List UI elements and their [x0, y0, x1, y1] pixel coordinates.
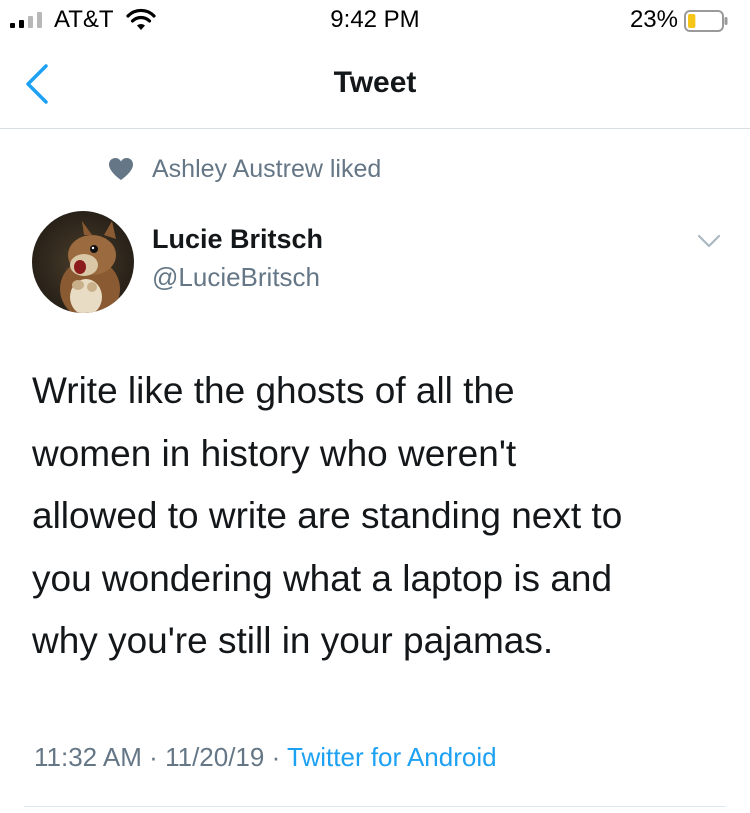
tweet-line: you wondering what a laptop is and: [32, 557, 613, 599]
tweet-date: 11/20/19: [165, 742, 265, 772]
tweet-line: allowed to write are standing next to: [32, 495, 623, 536]
meta-separator: ·: [149, 742, 158, 772]
navigation-bar: Tweet: [0, 40, 750, 129]
tweet-line: why you're still in your pajamas.: [32, 620, 554, 661]
battery-icon: [684, 10, 728, 32]
tweet-time: 11:32 AM: [34, 742, 142, 772]
tweet-line: Write like the ghosts of all the: [32, 370, 515, 411]
social-context[interactable]: Ashley Austrew liked: [108, 152, 381, 186]
page-title: Tweet: [333, 66, 417, 99]
tweet-line: women in history who weren't: [32, 432, 517, 474]
meta-separator: ·: [271, 742, 281, 772]
divider: [24, 806, 726, 807]
tweet-text: Write like the ghosts of all the women i…: [32, 360, 722, 673]
squirrel-avatar: [32, 211, 134, 313]
liked-by-text: Ashley Austrew liked: [152, 154, 382, 183]
avatar[interactable]: [32, 211, 134, 313]
author-handle[interactable]: @LucieBritsch: [152, 262, 320, 293]
author-name[interactable]: Lucie Britsch: [152, 224, 323, 255]
heart-icon: [109, 158, 133, 180]
chevron-down-icon[interactable]: [696, 232, 722, 250]
tweet-source-link[interactable]: Twitter for Android: [287, 742, 497, 772]
status-bar: AT&T 9:42 PM 23%: [0, 0, 750, 40]
battery-percent: 23%: [629, 6, 678, 33]
tweet-meta: 11:32 AM · 11/20/19 · Twitter for Androi…: [34, 742, 497, 773]
